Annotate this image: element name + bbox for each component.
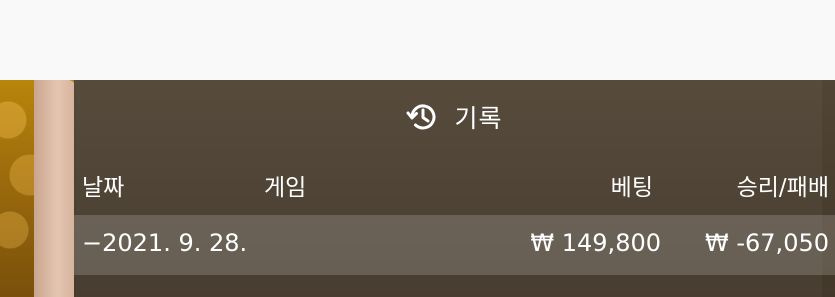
background-dealer-arm: [34, 80, 76, 297]
column-header-result: 승리/패배: [736, 175, 829, 201]
table-header-row: 날짜 게임 베팅 승리/패배: [74, 168, 835, 208]
column-header-bet: 베팅: [610, 175, 653, 201]
panel-title: 기록: [454, 104, 503, 133]
history-panel-header: 기록: [74, 80, 835, 154]
history-icon: [406, 100, 440, 134]
cell-result: ₩ -67,050: [705, 229, 829, 257]
column-header-date: 날짜: [82, 175, 125, 201]
table-row[interactable]: −2021. 9. 28. ₩ 149,800 ₩ -67,050: [74, 215, 835, 275]
top-bar: [0, 0, 835, 80]
cell-date: −2021. 9. 28.: [82, 229, 248, 257]
column-header-game: 게임: [264, 175, 307, 201]
cell-bet: ₩ 149,800: [530, 229, 661, 257]
history-panel: 기록 날짜 게임 베팅 승리/패배 −2021. 9. 28. ₩ 149,80…: [74, 80, 835, 297]
